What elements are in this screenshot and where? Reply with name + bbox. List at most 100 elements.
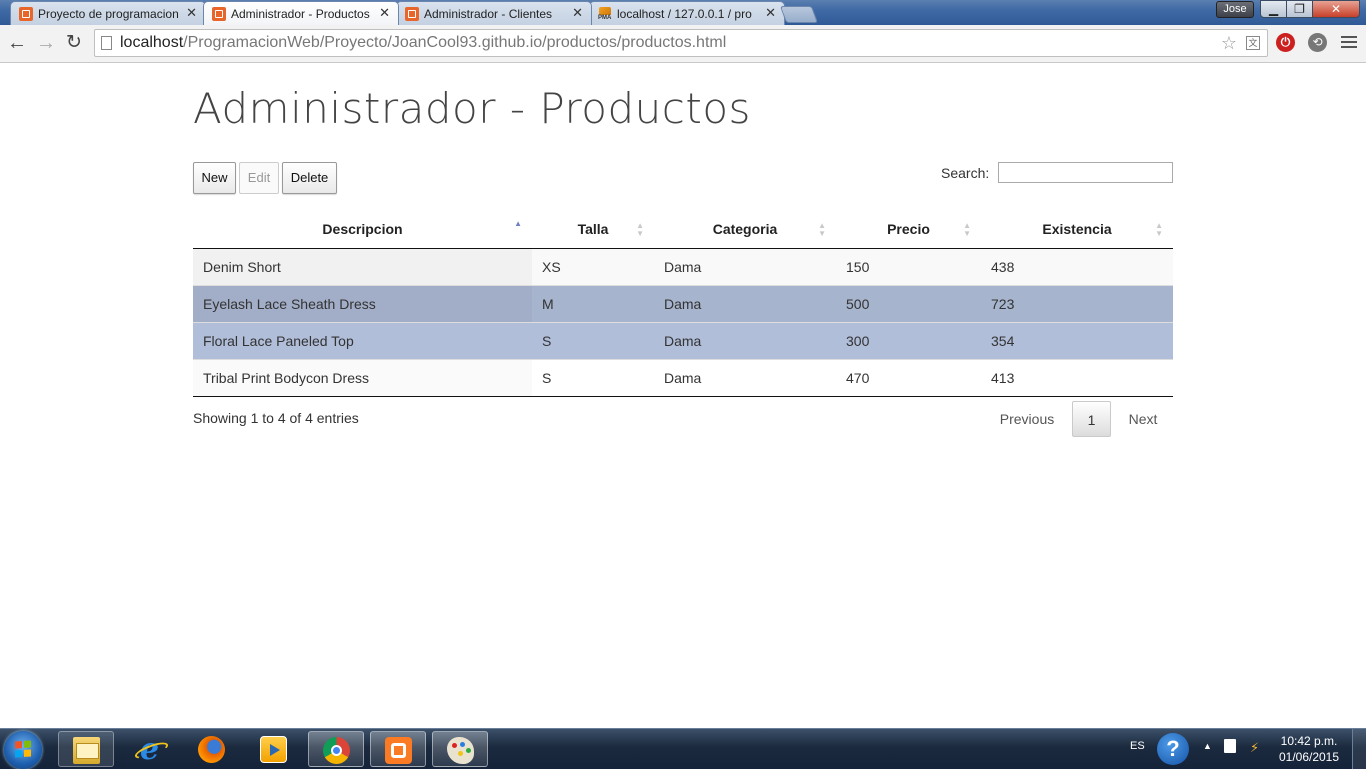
table-row[interactable]: Eyelash Lace Sheath Dress M Dama 500 723 [193, 284, 1173, 322]
taskbar-paint[interactable] [432, 731, 488, 767]
column-header-label: Descripcion [322, 220, 403, 237]
internet-explorer-icon: e [136, 735, 163, 765]
tab-title: Administrador - Productos [231, 7, 370, 21]
sort-both-icon: ▲ ▼ [818, 221, 826, 238]
media-player-icon [260, 736, 287, 763]
cell-existencia: 723 [981, 284, 1173, 322]
cell-existencia: 413 [981, 358, 1173, 396]
cell-descripcion: Denim Short [193, 248, 532, 285]
taskbar-media-player[interactable] [246, 731, 302, 767]
paint-icon [447, 737, 474, 764]
column-header-label: Precio [887, 220, 930, 237]
translate-icon[interactable]: 文 [1246, 36, 1260, 50]
column-header-label: Categoria [712, 220, 778, 237]
close-icon[interactable]: ✕ [379, 5, 390, 21]
help-icon[interactable]: ? [1157, 733, 1189, 765]
new-button[interactable]: New [193, 162, 236, 194]
back-arrow-icon[interactable]: ← [6, 33, 28, 55]
edit-button[interactable]: Edit [239, 162, 279, 194]
delete-button[interactable]: Delete [282, 162, 337, 194]
table-header-row: Descripcion ▲ Talla ▲ ▼ Categoria ▲ ▼ Prec… [193, 210, 1173, 249]
search-label: Search: [941, 165, 990, 181]
tab-productos[interactable]: Administrador - Productos ✕ [203, 1, 399, 25]
windows-taskbar: e ES ? ▲ ⚡ 10:42 p.m. 01/06/2015 [0, 728, 1366, 769]
cell-categoria: Dama [654, 358, 836, 396]
extension-share-icon[interactable]: ⟲ [1308, 33, 1327, 52]
phpmyadmin-icon [598, 7, 612, 21]
column-header-categoria[interactable]: Categoria ▲ ▼ [654, 210, 836, 249]
cell-categoria: Dama [654, 321, 836, 359]
taskbar-internet-explorer[interactable]: e [122, 731, 178, 767]
column-header-talla[interactable]: Talla ▲ ▼ [532, 210, 654, 249]
browser-tab-strip: Proyecto de programacion ✕ localhost / 1… [0, 0, 1366, 25]
start-button[interactable] [4, 731, 42, 769]
cell-descripcion: Tribal Print Bodycon Dress [193, 358, 532, 396]
sort-both-icon: ▲ ▼ [1155, 221, 1163, 238]
close-window-button[interactable]: ✕ [1312, 0, 1360, 18]
firefox-icon [198, 736, 225, 763]
power-icon[interactable]: ⚡ [1250, 740, 1259, 756]
column-header-precio[interactable]: Precio ▲ ▼ [836, 210, 981, 249]
next-page-button[interactable]: Next [1118, 401, 1168, 437]
close-icon[interactable]: ✕ [572, 5, 583, 21]
cell-categoria: Dama [654, 248, 836, 285]
clock-date[interactable]: 01/06/2015 [1278, 750, 1340, 764]
tab-phpmyadmin[interactable]: localhost / 127.0.0.1 / pro ✕ [589, 1, 785, 25]
column-header-descripcion[interactable]: Descripcion ▲ [193, 210, 532, 249]
url-host: localhost [120, 34, 184, 51]
cell-talla: M [532, 284, 654, 322]
column-header-existencia[interactable]: Existencia ▲ ▼ [981, 210, 1173, 249]
tab-clientes[interactable]: Administrador - Clientes ✕ [396, 1, 592, 25]
action-center-icon[interactable] [1224, 739, 1236, 753]
previous-page-button[interactable]: Previous [990, 401, 1064, 437]
xampp-icon [405, 7, 419, 21]
chrome-icon [323, 737, 350, 764]
xampp-icon [385, 737, 412, 764]
sort-ascending-icon: ▲ [514, 219, 522, 228]
page-1-button[interactable]: 1 [1072, 401, 1111, 437]
minimize-button[interactable]: ▁ [1260, 0, 1287, 18]
sort-both-icon: ▲ ▼ [636, 221, 644, 238]
search-input[interactable] [998, 162, 1173, 183]
url-text[interactable]: localhost/ProgramacionWeb/Proyecto/JoanC… [120, 34, 726, 52]
profile-button[interactable]: Jose [1216, 1, 1254, 18]
url-path: /ProgramacionWeb/Proyecto/JoanCool93.git… [183, 34, 727, 51]
cell-precio: 300 [836, 321, 981, 359]
close-icon[interactable]: ✕ [186, 5, 197, 21]
extension-power-icon[interactable]: ⏻ [1276, 33, 1295, 52]
table-row[interactable]: Floral Lace Paneled Top S Dama 300 354 [193, 321, 1173, 359]
page-title: Administrador - Productos [193, 84, 751, 133]
show-hidden-icons-icon[interactable]: ▲ [1203, 741, 1212, 751]
browser-toolbar: ← → ↻ localhost/ProgramacionWeb/Proyecto… [0, 25, 1366, 63]
cell-existencia: 438 [981, 248, 1173, 285]
close-icon[interactable]: ✕ [765, 5, 776, 21]
column-header-label: Existencia [1042, 220, 1112, 237]
table-row[interactable]: Tribal Print Bodycon Dress S Dama 470 41… [193, 358, 1173, 396]
cell-descripcion: Floral Lace Paneled Top [193, 321, 532, 359]
menu-icon[interactable] [1341, 34, 1357, 50]
tab-title: Proyecto de programacion [38, 7, 179, 21]
cell-precio: 470 [836, 358, 981, 396]
taskbar-xampp[interactable] [370, 731, 426, 767]
cell-precio: 500 [836, 284, 981, 322]
taskbar-chrome[interactable] [308, 731, 364, 767]
maximize-button[interactable]: ❐ [1286, 0, 1313, 18]
show-desktop-button[interactable] [1352, 729, 1366, 769]
address-bar[interactable]: localhost/ProgramacionWeb/Proyecto/JoanC… [94, 29, 1268, 57]
xampp-icon [19, 7, 33, 21]
bookmark-star-icon[interactable]: ☆ [1221, 33, 1237, 54]
reload-icon[interactable]: ↻ [63, 33, 85, 55]
clock-time[interactable]: 10:42 p.m. [1278, 734, 1340, 748]
tab-title: localhost / 127.0.0.1 / pro [617, 7, 752, 21]
table-row[interactable]: Denim Short XS Dama 150 438 [193, 248, 1173, 285]
taskbar-firefox[interactable] [184, 731, 240, 767]
tab-proyecto[interactable]: Proyecto de programacion ✕ [10, 1, 206, 25]
language-indicator[interactable]: ES [1130, 740, 1145, 752]
forward-arrow-icon[interactable]: → [35, 33, 57, 55]
new-tab-button[interactable] [779, 6, 819, 23]
cell-talla: S [532, 358, 654, 396]
cell-categoria: Dama [654, 284, 836, 322]
sort-both-icon: ▲ ▼ [963, 221, 971, 238]
cell-precio: 150 [836, 248, 981, 285]
taskbar-file-explorer[interactable] [58, 731, 114, 767]
